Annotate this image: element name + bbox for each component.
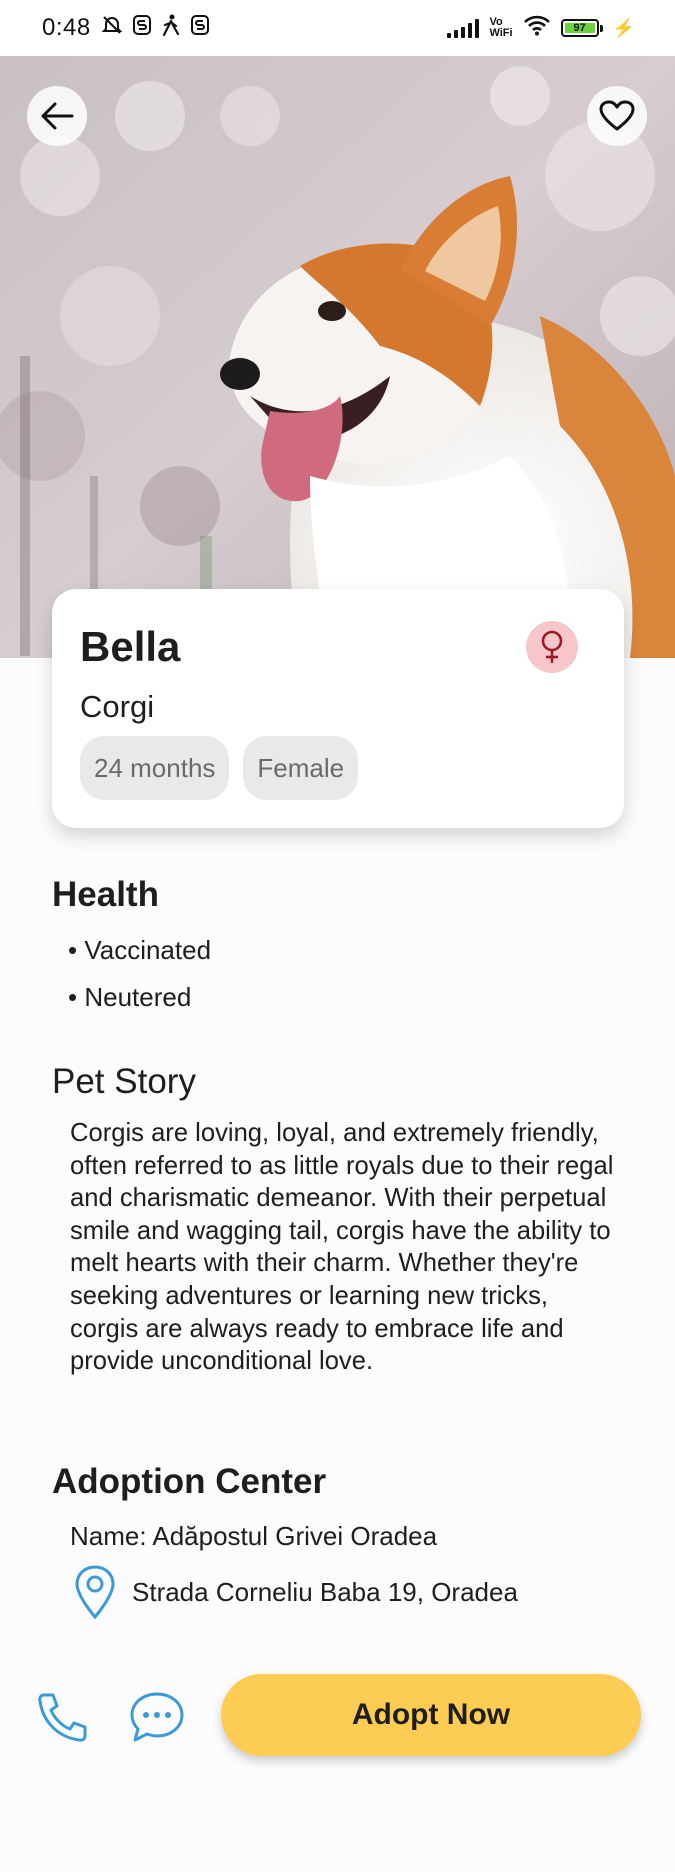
phone-icon (38, 1693, 87, 1742)
wifi-icon (523, 14, 551, 42)
sex-chip: Female (243, 736, 359, 800)
heart-icon (599, 100, 635, 131)
pet-story-text: Corgis are loving, loyal, and extremely … (70, 1119, 614, 1376)
adoption-center-name: Name: Adăpostul Grivei Oradea (70, 1521, 438, 1551)
adoption-center-address: Strada Corneliu Baba 19, Oradea (132, 1576, 518, 1607)
notification-s-icon (190, 15, 209, 41)
adoption-center-address-row[interactable]: Strada Corneliu Baba 19, Oradea (74, 1564, 518, 1620)
health-title: Health (52, 875, 159, 914)
signal-icon (447, 18, 480, 38)
vowifi-indicator: Vo WiFi (489, 17, 512, 39)
arrow-left-icon (41, 102, 74, 130)
female-icon (526, 621, 578, 673)
status-time: 0:48 (42, 14, 91, 41)
walking-icon (161, 14, 181, 42)
location-pin-icon (75, 1565, 115, 1620)
favorite-button[interactable] (587, 86, 647, 146)
status-right: Vo WiFi 97 ⚡ (447, 14, 635, 42)
charging-icon: ⚡ (612, 17, 635, 38)
pet-story-title: Pet Story (52, 1062, 196, 1101)
health-item: • Neutered (68, 982, 192, 1012)
status-bar: 0:48 Vo WiFi 97 ⚡ (0, 0, 675, 56)
adoption-center-title: Adoption Center (52, 1462, 327, 1501)
chat-button[interactable] (127, 1688, 187, 1746)
pet-attributes: 24 months Female (80, 736, 359, 800)
pet-name: Bella (80, 623, 181, 670)
status-left: 0:48 (42, 14, 209, 42)
pet-info-card: Bella Corgi 24 months Female (52, 589, 624, 828)
call-button[interactable] (34, 1688, 92, 1746)
pet-photo (0, 56, 675, 658)
pet-breed: Corgi (80, 689, 155, 724)
battery-level: 97 (564, 23, 595, 34)
silent-bell-icon (101, 14, 123, 42)
chat-bubble-icon (130, 1692, 184, 1742)
action-bar: Adopt Now (0, 1672, 675, 1760)
battery-icon: 97 (560, 19, 603, 37)
vowifi-bottom: WiFi (489, 27, 513, 39)
age-chip: 24 months (80, 736, 230, 800)
notification-s-icon (132, 15, 151, 41)
health-item: • Vaccinated (68, 935, 212, 965)
back-button[interactable] (27, 86, 87, 146)
adopt-now-button[interactable]: Adopt Now (221, 1674, 641, 1756)
corgi-photo-illustration (0, 56, 675, 658)
